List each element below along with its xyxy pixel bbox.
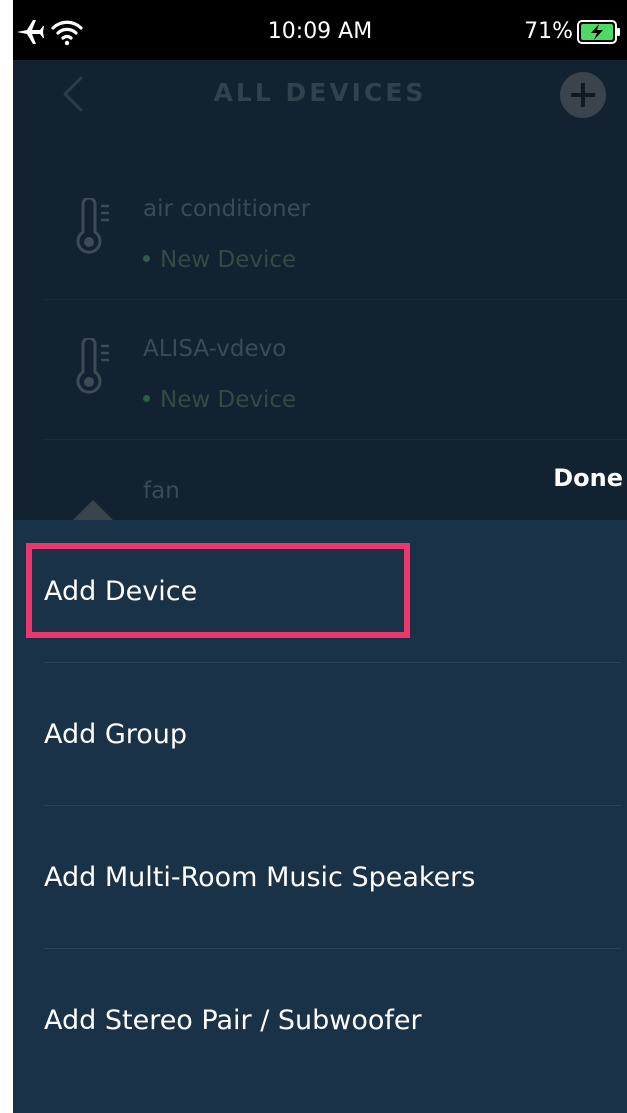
battery-charging-icon: [577, 20, 620, 44]
app-screen: 10:09 AM 71% ALL DEVICES air conditioner…: [13, 0, 627, 1113]
add-action-sheet: Add Device Add Group Add Multi-Room Musi…: [13, 520, 627, 1113]
device-status: New Device: [143, 247, 296, 273]
device-name: fan: [143, 478, 180, 504]
thermometer-icon: [76, 198, 109, 254]
divider: [43, 439, 627, 440]
device-row[interactable]: air conditioner New Device: [13, 160, 627, 300]
page-title: ALL DEVICES: [213, 78, 427, 107]
status-dot: [143, 395, 150, 402]
nav-header: ALL DEVICES: [13, 60, 627, 130]
sheet-item-add-device[interactable]: Add Device: [13, 520, 627, 663]
status-dot: [143, 255, 150, 262]
device-row[interactable]: ALISA-vdevo New Device: [13, 300, 627, 440]
sheet-item-add-multi-room[interactable]: Add Multi-Room Music Speakers: [13, 806, 627, 949]
status-bar: 10:09 AM 71%: [13, 0, 627, 60]
device-name: ALISA-vdevo: [143, 336, 287, 362]
device-status: New Device: [143, 387, 296, 413]
sheet-item-label: Add Group: [44, 719, 188, 750]
sheet-item-label: Add Stereo Pair / Subwoofer: [44, 1005, 422, 1036]
add-plus-icon[interactable]: [559, 71, 607, 119]
thermometer-icon: [76, 338, 109, 394]
sheet-item-label: Add Device: [44, 576, 198, 607]
device-status-label: New Device: [160, 247, 297, 273]
device-name: air conditioner: [143, 196, 311, 222]
sheet-item-add-group[interactable]: Add Group: [13, 663, 627, 806]
sheet-item-add-stereo-pair[interactable]: Add Stereo Pair / Subwoofer: [13, 949, 627, 1092]
sheet-item-label: Add Multi-Room Music Speakers: [44, 862, 476, 893]
done-button[interactable]: Done: [533, 456, 623, 500]
battery-percentage: 71%: [524, 19, 573, 44]
device-status-label: New Device: [160, 387, 297, 413]
